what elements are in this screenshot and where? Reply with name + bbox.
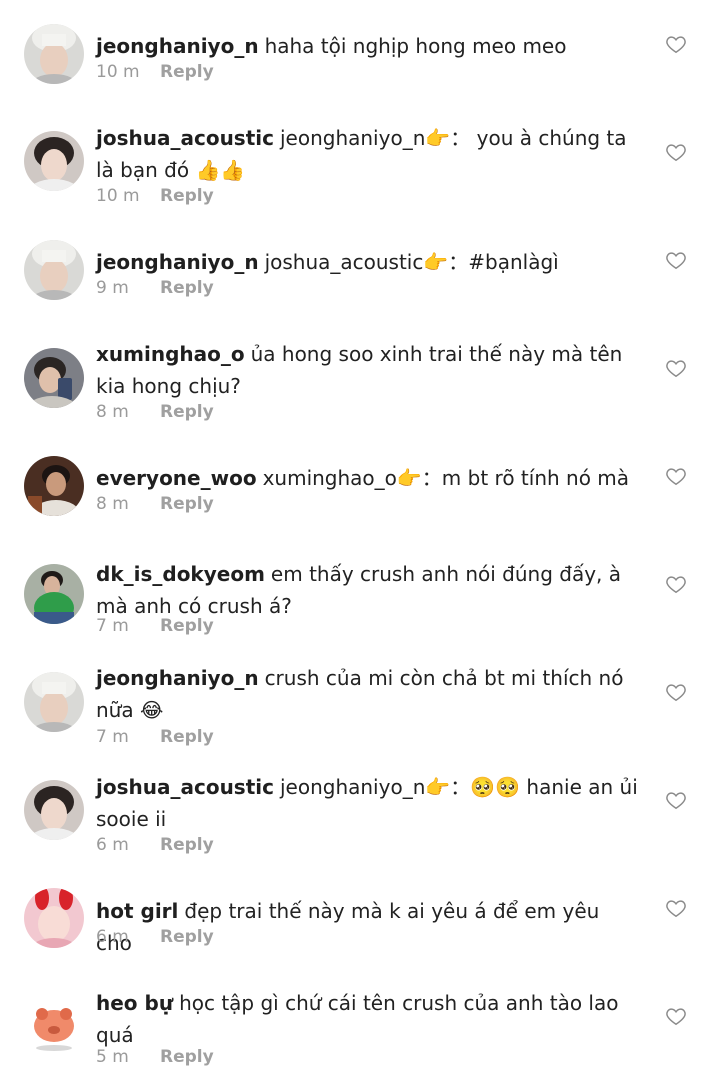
comment-meta: 7 m Reply (96, 615, 214, 637)
comment-meta: 8 m Reply (96, 493, 214, 515)
comment-username[interactable]: jeonghaniyo_n (96, 250, 259, 274)
avatar[interactable] (24, 780, 84, 840)
comment-meta: 6 m Reply (96, 926, 214, 948)
reply-button[interactable]: Reply (160, 927, 214, 947)
reply-button[interactable]: Reply (160, 278, 214, 298)
reply-button[interactable]: Reply (160, 494, 214, 514)
like-heart-icon[interactable] (665, 141, 687, 163)
like-heart-icon[interactable] (665, 465, 687, 487)
comment-username[interactable]: joshua_acoustic (96, 126, 274, 150)
like-heart-icon[interactable] (665, 357, 687, 379)
avatar[interactable] (24, 672, 84, 732)
comment-time: 10 m (96, 62, 140, 82)
comment-time: 8 m (96, 402, 129, 422)
avatar[interactable] (24, 996, 84, 1056)
reply-button[interactable]: Reply (160, 835, 214, 855)
comment-time: 7 m (96, 616, 129, 636)
comment-body: heo bự học tập gì chứ cái tên crush của a… (96, 987, 641, 1051)
like-heart-icon[interactable] (665, 897, 687, 919)
reply-button[interactable]: Reply (160, 402, 214, 422)
comment-time: 6 m (96, 835, 129, 855)
comment-time: 8 m (96, 494, 129, 514)
comment-text: học tập gì chứ cái tên crush của anh tào… (96, 991, 619, 1047)
reply-button[interactable]: Reply (160, 727, 214, 747)
comment-time: 10 m (96, 186, 140, 206)
comment-username[interactable]: everyone_woo (96, 466, 257, 490)
comment-body: dk_is_dokyeom em thấy crush anh nói đúng … (96, 558, 641, 622)
like-heart-icon[interactable] (665, 681, 687, 703)
comment-meta: 10 m Reply (96, 61, 214, 83)
avatar[interactable] (24, 131, 84, 191)
comment-text: haha tội nghịp hong meo meo (264, 34, 567, 58)
avatar[interactable] (24, 24, 84, 84)
comment-body: jeonghaniyo_n crush của mi còn chả bt mi … (96, 662, 641, 726)
comment-body: everyone_woo xuminghao_o👉：m bt rõ tính nó… (96, 462, 641, 494)
comment-meta: 6 m Reply (96, 834, 214, 856)
avatar[interactable] (24, 888, 84, 948)
comment-time: 6 m (96, 927, 129, 947)
reply-button[interactable]: Reply (160, 616, 214, 636)
comment-body: xuminghao_o ủa hong soo xinh trai thế này… (96, 338, 641, 402)
reply-button[interactable]: Reply (160, 186, 214, 206)
avatar[interactable] (24, 456, 84, 516)
comment-meta: 10 m Reply (96, 185, 214, 207)
comment-body: jeonghaniyo_n joshua_acoustic👉：#bạnlàgì (96, 246, 641, 278)
avatar[interactable] (24, 348, 84, 408)
comment-username[interactable]: heo bự (96, 991, 173, 1015)
comment-meta: 8 m Reply (96, 401, 214, 423)
comment-time: 9 m (96, 278, 129, 298)
comment-meta: 5 m Reply (96, 1046, 214, 1068)
comment-body: jeonghaniyo_n haha tội nghịp hong meo meo (96, 30, 641, 62)
avatar[interactable] (24, 564, 84, 624)
reply-button[interactable]: Reply (160, 1047, 214, 1067)
comment-username[interactable]: xuminghao_o (96, 342, 245, 366)
comment-time: 7 m (96, 727, 129, 747)
like-heart-icon[interactable] (665, 1005, 687, 1027)
comment-username[interactable]: dk_is_dokyeom (96, 562, 265, 586)
like-heart-icon[interactable] (665, 33, 687, 55)
like-heart-icon[interactable] (665, 573, 687, 595)
comment-username[interactable]: hot girl (96, 899, 178, 923)
comment-text: xuminghao_o👉：m bt rõ tính nó mà (262, 466, 630, 490)
comment-body: joshua_acoustic jeonghaniyo_n👉：🥺🥺 hanie a… (96, 771, 641, 835)
avatar[interactable] (24, 240, 84, 300)
comment-body: joshua_acoustic jeonghaniyo_n👉： you à chú… (96, 122, 641, 186)
comment-username[interactable]: jeonghaniyo_n (96, 34, 259, 58)
like-heart-icon[interactable] (665, 789, 687, 811)
reply-button[interactable]: Reply (160, 62, 214, 82)
comment-text: joshua_acoustic👉：#bạnlàgì (264, 250, 559, 274)
comment-meta: 7 m Reply (96, 726, 214, 748)
comment-time: 5 m (96, 1047, 129, 1067)
comment-username[interactable]: joshua_acoustic (96, 775, 274, 799)
like-heart-icon[interactable] (665, 249, 687, 271)
comment-username[interactable]: jeonghaniyo_n (96, 666, 259, 690)
comment-meta: 9 m Reply (96, 277, 214, 299)
